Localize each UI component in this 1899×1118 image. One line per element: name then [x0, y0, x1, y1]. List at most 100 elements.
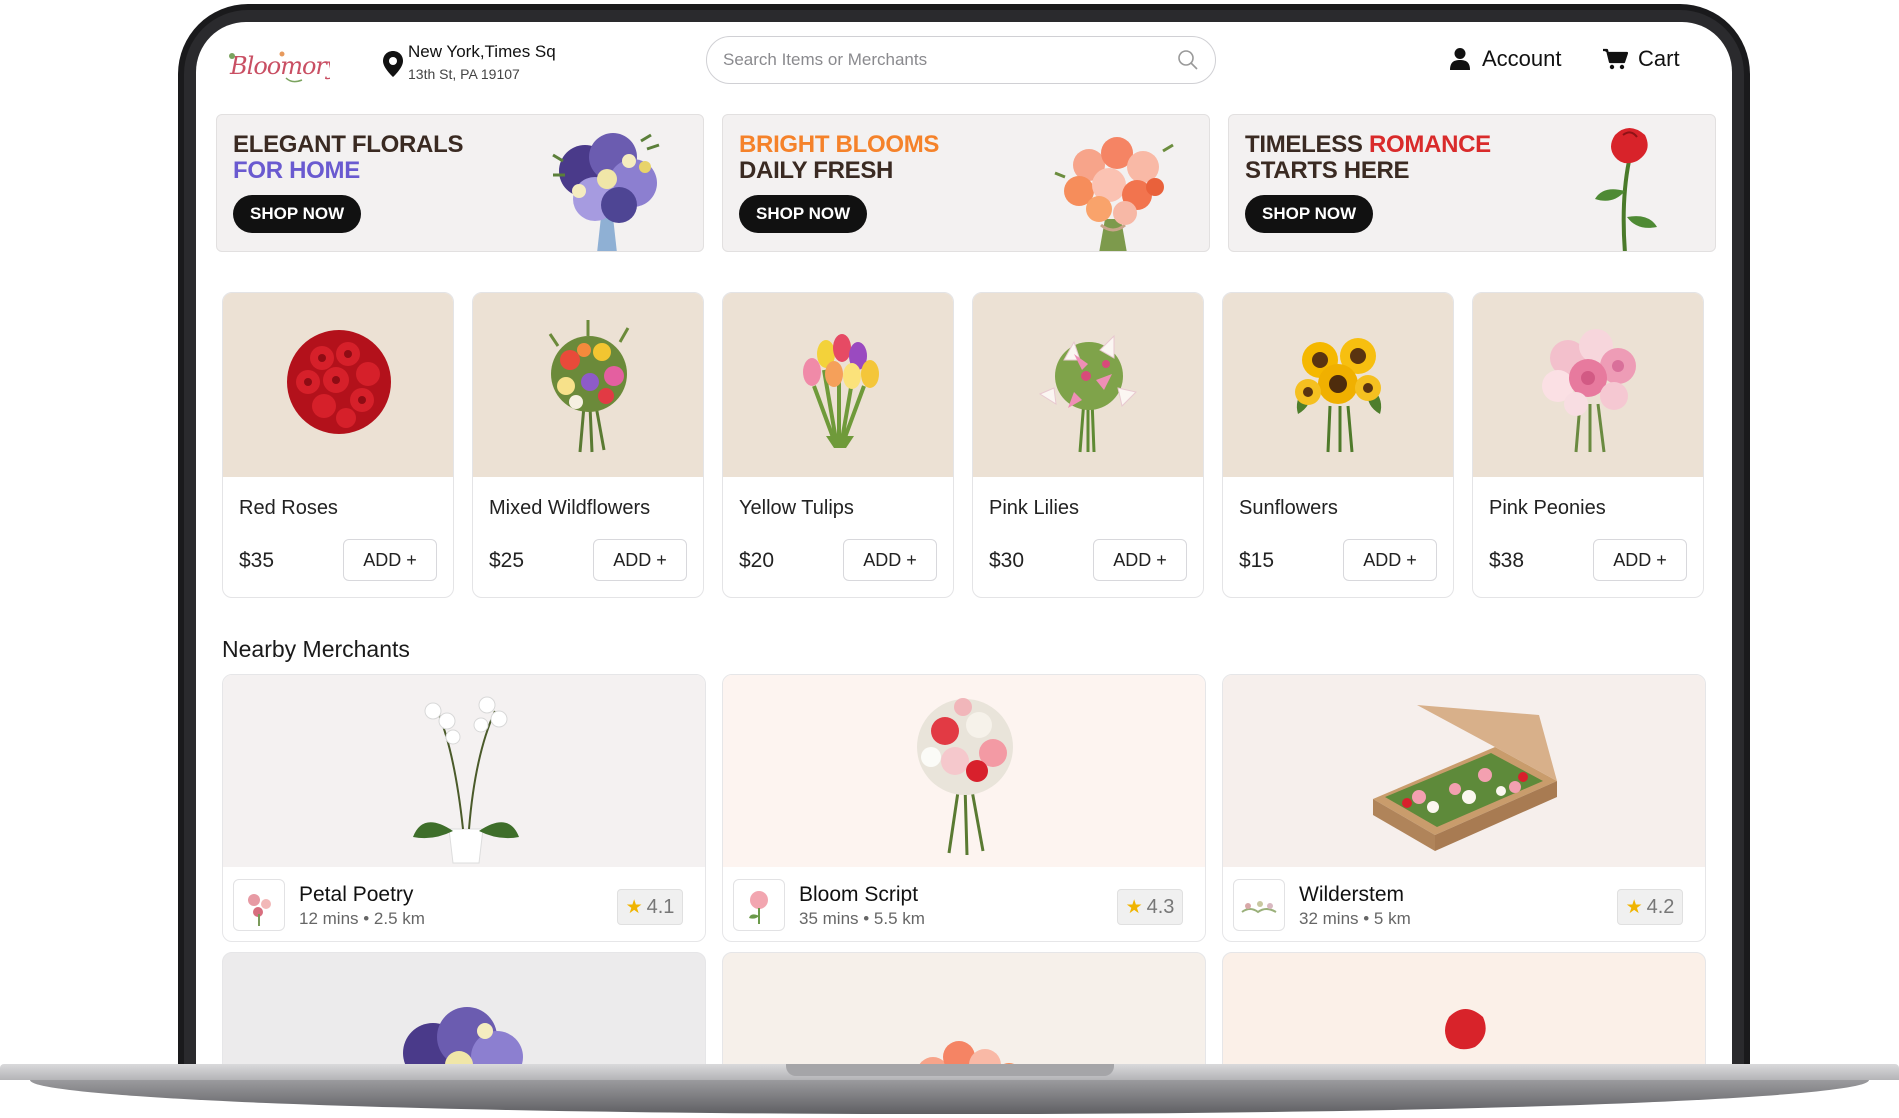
user-icon	[1450, 48, 1470, 70]
laptop-base	[0, 1064, 1899, 1118]
wildflowers-bouquet-image	[548, 320, 630, 453]
banner-subheading: STARTS HERE	[1245, 157, 1410, 184]
add-to-cart-button[interactable]: ADD +	[1593, 539, 1687, 581]
add-to-cart-button[interactable]: ADD +	[843, 539, 937, 581]
shop-now-button[interactable]: SHOP NOW	[233, 195, 362, 233]
merchant-card[interactable]	[1222, 952, 1706, 1064]
star-icon: ★	[625, 896, 643, 918]
flower-logo-icon	[248, 894, 271, 926]
account-button[interactable]: Account	[1450, 46, 1562, 72]
product-card[interactable]: Pink Lilies $30 ADD +	[972, 292, 1204, 598]
rating-value: 4.2	[1646, 895, 1675, 918]
rose-bouquet-image	[1054, 137, 1174, 251]
sunflowers-bouquet-image	[1295, 338, 1382, 453]
mixed-bouquet-image	[917, 698, 1013, 856]
product-image	[973, 293, 1203, 477]
tulips-bouquet-image	[803, 334, 879, 448]
star-icon: ★	[1625, 896, 1643, 918]
merchant-card[interactable]: Bloom Script 35 mins • 5.5 km ★ 4.3	[722, 674, 1206, 942]
rating-badge: ★ 4.3	[1117, 889, 1183, 925]
lilies-bouquet-image	[1038, 334, 1137, 453]
product-image	[1473, 293, 1703, 477]
promo-banner-elegant-florals[interactable]: ELEGANT FLORALS FOR HOME SHOP NOW	[216, 114, 704, 252]
add-to-cart-button[interactable]: ADD +	[1093, 539, 1187, 581]
rating-badge: ★ 4.1	[617, 889, 683, 925]
app-screen: Bloomory New York,Times Sq 13th St, PA 1…	[196, 22, 1732, 1064]
product-name: Red Roses	[239, 497, 338, 519]
product-card[interactable]: Red Roses $35 ADD +	[222, 292, 454, 598]
peonies-bouquet-image	[1542, 329, 1636, 453]
orchid-plant-image	[413, 696, 519, 864]
merchant-card[interactable]	[722, 952, 1206, 1064]
banner-subheading: DAILY FRESH	[739, 157, 894, 184]
shop-now-button[interactable]: SHOP NOW	[1245, 195, 1374, 233]
product-name: Pink Peonies	[1489, 497, 1606, 519]
product-price: $35	[239, 549, 275, 572]
merchant-logo	[233, 879, 285, 931]
product-card[interactable]: Pink Peonies $38 ADD +	[1472, 292, 1704, 598]
promo-banner-timeless-romance[interactable]: TIMELESS ROMANCE STARTS HERE SHOP NOW	[1228, 114, 1716, 252]
product-card[interactable]: Sunflowers $15 ADD +	[1222, 292, 1454, 598]
rose-logo-icon	[749, 891, 768, 924]
red-roses-bouquet-image	[287, 330, 391, 434]
product-name: Pink Lilies	[989, 497, 1080, 519]
merchant-meta: 32 mins • 5 km	[1299, 909, 1411, 928]
merchant-card[interactable]	[222, 952, 706, 1064]
shop-now-button[interactable]: SHOP NOW	[739, 195, 868, 233]
merchant-image	[723, 675, 1205, 867]
laptop-frame: Bloomory New York,Times Sq 13th St, PA 1…	[0, 0, 1899, 1118]
product-price: $15	[1239, 549, 1275, 572]
merchant-name: Wilderstem	[1299, 883, 1405, 906]
flower-box-image	[1373, 705, 1557, 851]
product-card[interactable]: Yellow Tulips $20 ADD +	[722, 292, 954, 598]
merchant-meta: 12 mins • 2.5 km	[299, 909, 425, 928]
banner-heading-part1: TIMELESS	[1245, 131, 1369, 158]
product-price: $30	[989, 549, 1025, 572]
search-input[interactable]	[723, 37, 1163, 83]
add-to-cart-button[interactable]: ADD +	[593, 539, 687, 581]
banner-heading: ELEGANT FLORALS	[233, 131, 464, 158]
star-icon: ★	[1125, 896, 1143, 918]
search-icon[interactable]	[1177, 49, 1199, 71]
product-image	[223, 293, 453, 477]
banner-heading: TIMELESS ROMANCE	[1245, 131, 1491, 159]
promo-banner-bright-blooms[interactable]: BRIGHT BLOOMS DAILY FRESH SHOP NOW	[722, 114, 1210, 252]
laptop-base-bottom	[30, 1080, 1869, 1114]
cart-label: Cart	[1638, 46, 1680, 71]
single-rose-image	[1595, 128, 1657, 251]
location-pin-icon	[383, 51, 403, 77]
merchant-name: Bloom Script	[799, 883, 919, 906]
product-card[interactable]: Mixed Wildflowers $25 ADD +	[472, 292, 704, 598]
rating-value: 4.3	[1146, 895, 1175, 918]
search-bar[interactable]	[706, 36, 1216, 84]
product-image	[1223, 293, 1453, 477]
location-primary[interactable]: New York,Times Sq	[408, 42, 556, 62]
product-price: $20	[739, 549, 775, 572]
add-to-cart-button[interactable]: ADD +	[1343, 539, 1437, 581]
brand-logo[interactable]: Bloomory	[226, 44, 341, 90]
product-image	[473, 293, 703, 477]
rating-badge: ★ 4.2	[1617, 889, 1683, 925]
banner-heading-highlight: ROMANCE	[1368, 131, 1491, 158]
cart-icon	[1603, 48, 1628, 70]
merchant-meta: 35 mins • 5.5 km	[799, 909, 925, 928]
add-to-cart-button[interactable]: ADD +	[343, 539, 437, 581]
merchant-name: Petal Poetry	[299, 883, 414, 906]
product-price: $25	[489, 549, 525, 572]
hydrangea-bouquet-image	[552, 133, 660, 251]
top-header: Bloomory New York,Times Sq 13th St, PA 1…	[196, 22, 1732, 114]
banner-heading: BRIGHT BLOOMS	[739, 131, 940, 158]
product-name: Yellow Tulips	[739, 497, 854, 519]
wildflower-logo-icon	[1241, 901, 1277, 914]
banner-subheading: FOR HOME	[233, 157, 360, 184]
cart-button[interactable]: Cart	[1602, 46, 1680, 72]
section-title-nearby-merchants: Nearby Merchants	[222, 636, 410, 662]
merchant-card[interactable]: Petal Poetry 12 mins • 2.5 km ★ 4.1	[222, 674, 706, 942]
product-name: Sunflowers	[1239, 497, 1338, 519]
merchant-image	[223, 675, 705, 867]
product-price: $38	[1489, 549, 1525, 572]
rose-bouquet-merchant-image	[919, 1041, 1015, 1064]
laptop-notch	[786, 1064, 1114, 1076]
merchant-card[interactable]: Wilderstem 32 mins • 5 km ★ 4.2	[1222, 674, 1706, 942]
merchant-logo	[1233, 879, 1285, 931]
